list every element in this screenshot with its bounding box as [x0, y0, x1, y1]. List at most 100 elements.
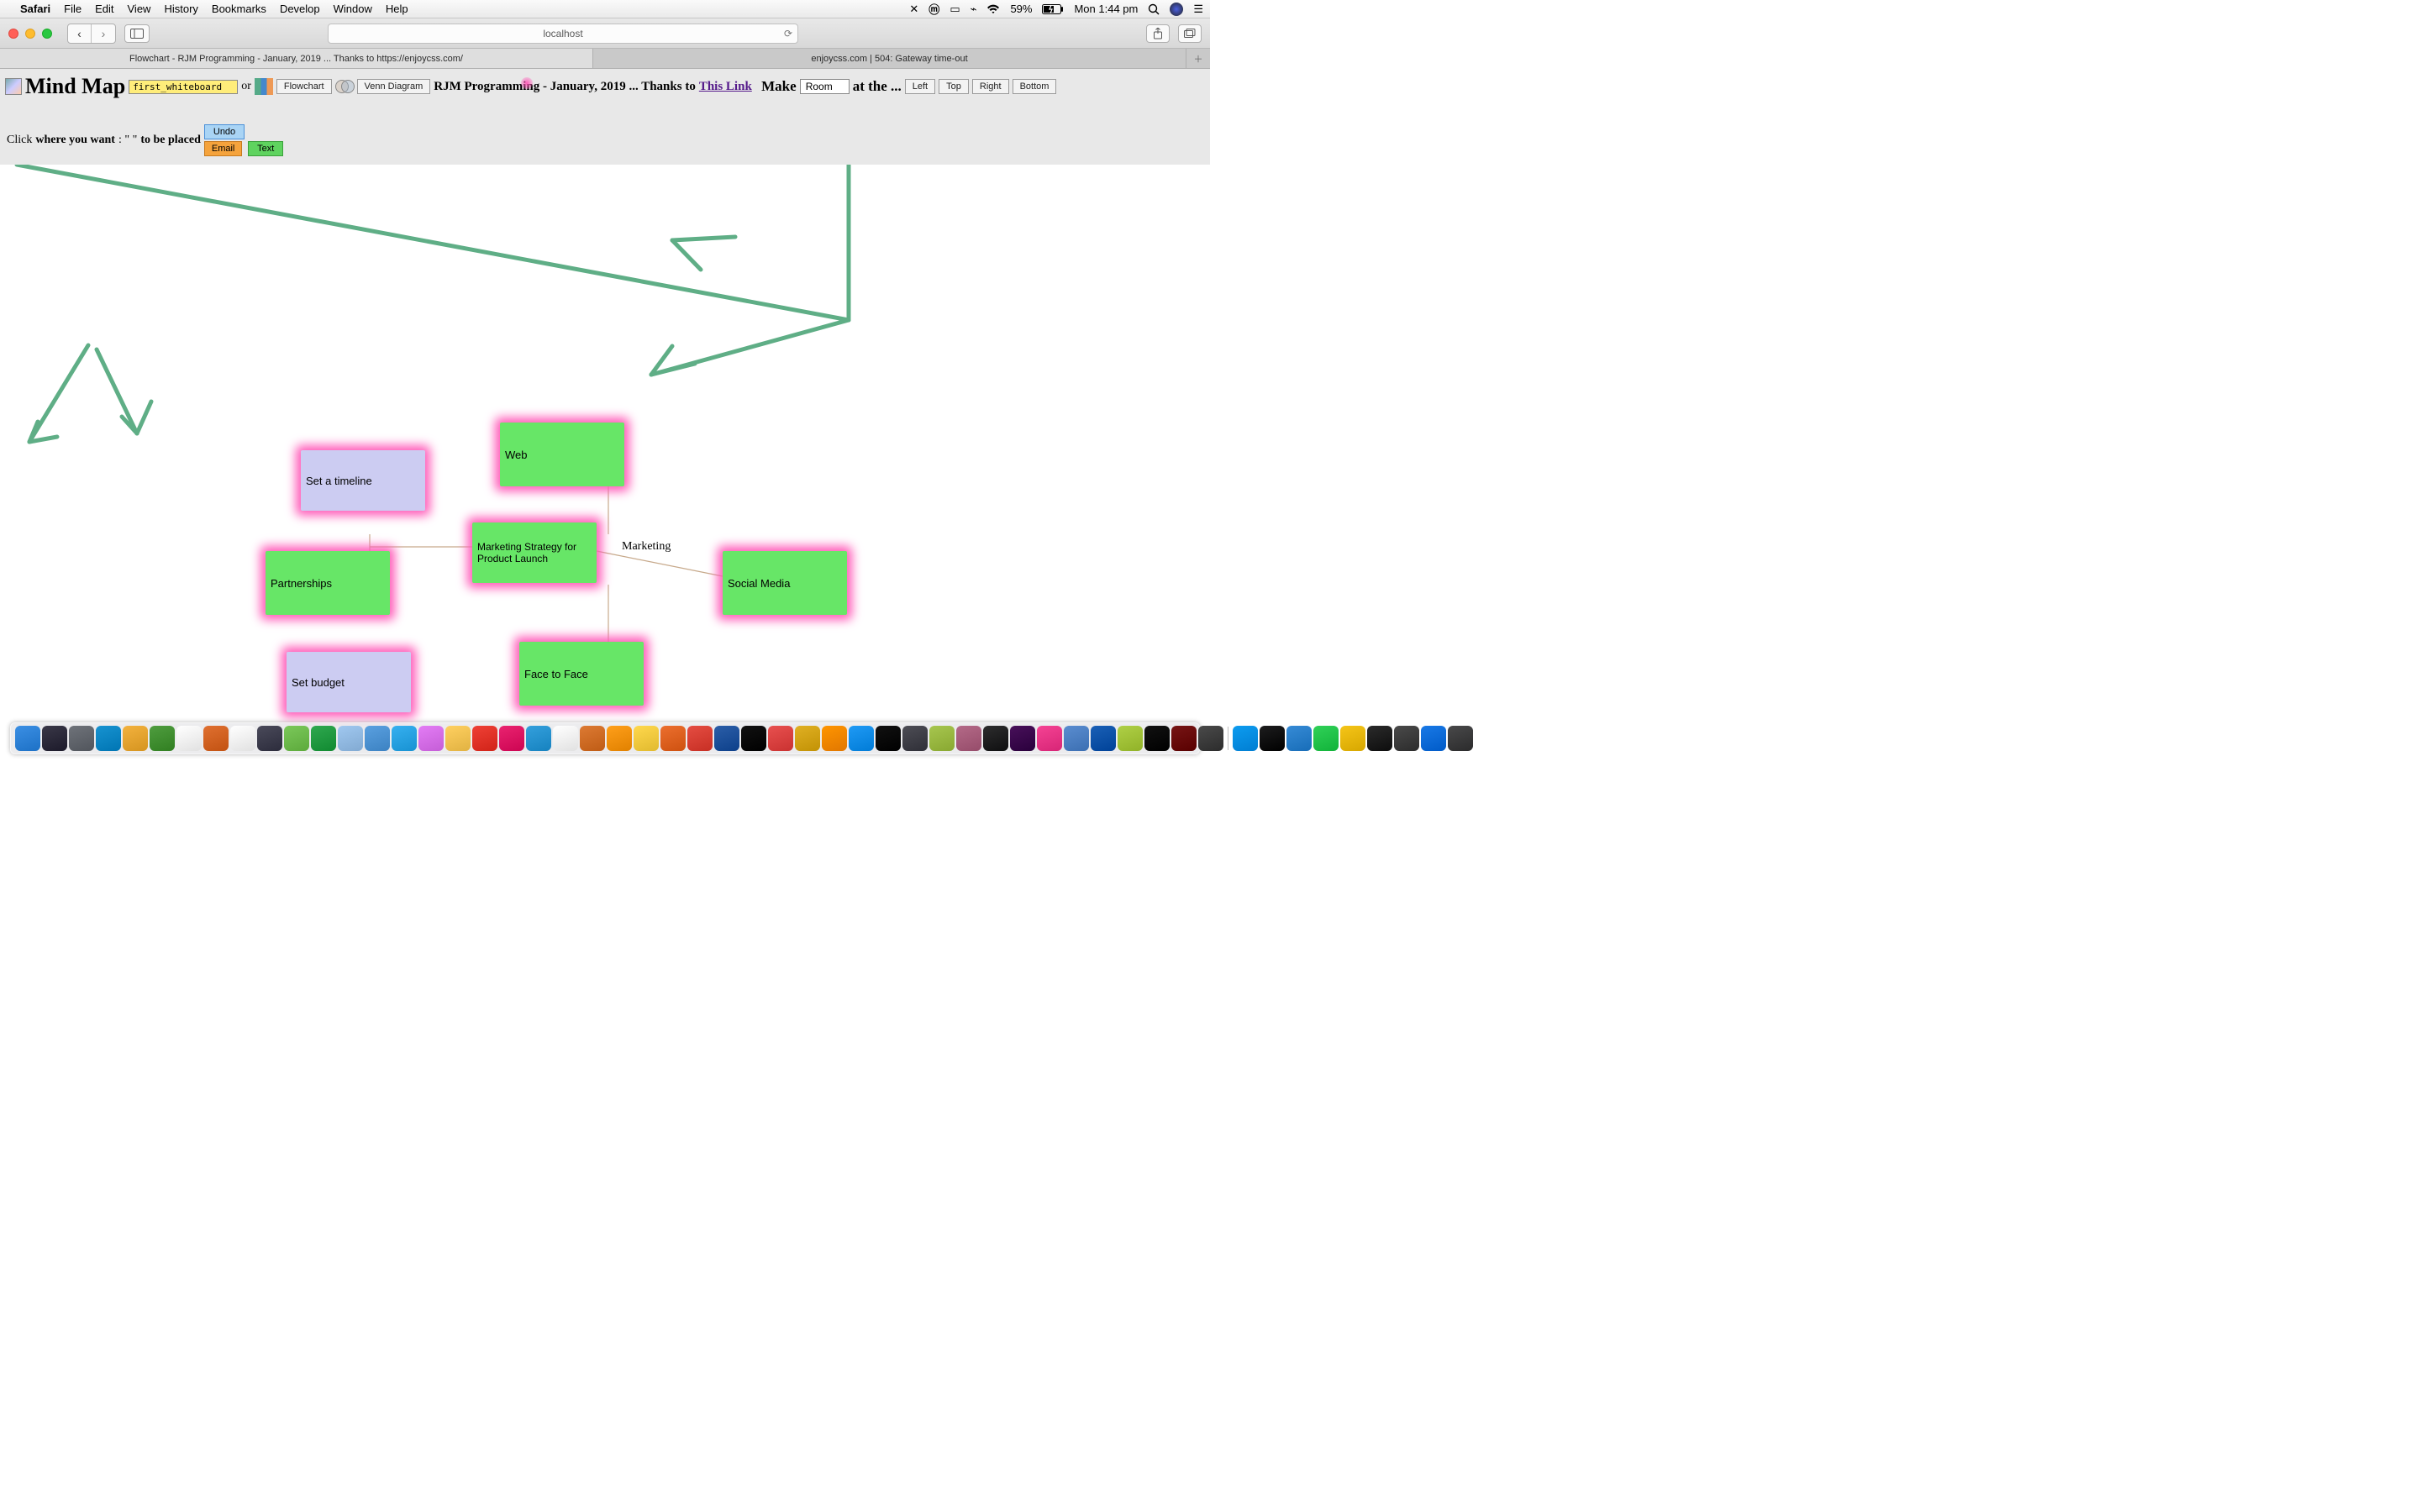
undo-button[interactable]: Undo — [204, 124, 245, 139]
dock-app-4[interactable] — [123, 726, 148, 751]
dock-app-6[interactable] — [176, 726, 202, 751]
share-button[interactable] — [1146, 24, 1170, 43]
node-set-timeline[interactable]: Set a timeline — [301, 450, 425, 511]
battery-icon[interactable] — [1042, 4, 1064, 14]
dock-app-43[interactable] — [1171, 726, 1197, 751]
malwarebytes-icon[interactable]: ⓜ — [929, 1, 939, 17]
dock-app-50[interactable] — [1367, 726, 1392, 751]
dock-app-5[interactable] — [150, 726, 175, 751]
reload-icon[interactable]: ⟳ — [784, 28, 792, 39]
dock-app-19[interactable] — [526, 726, 551, 751]
dock-app-7[interactable] — [203, 726, 229, 751]
node-social-media[interactable]: Social Media — [723, 551, 847, 615]
menubar-extra-icon[interactable]: ✕ — [909, 3, 918, 16]
dock-app-22[interactable] — [607, 726, 632, 751]
dock-app-17[interactable] — [472, 726, 497, 751]
dock-app-20[interactable] — [553, 726, 578, 751]
dock-app-23[interactable] — [634, 726, 659, 751]
url-bar[interactable]: localhost ⟳ — [328, 24, 798, 44]
dock-app-48[interactable] — [1313, 726, 1339, 751]
sidebar-toggle-button[interactable] — [124, 24, 150, 43]
text-button[interactable]: Text — [248, 141, 283, 156]
menu-file[interactable]: File — [64, 3, 82, 15]
node-strategy[interactable]: Marketing Strategy for Product Launch — [472, 522, 597, 583]
node-face-to-face[interactable]: Face to Face — [519, 642, 644, 706]
dock-app-42[interactable] — [1144, 726, 1170, 751]
tabs-button[interactable] — [1178, 24, 1202, 43]
menu-develop[interactable]: Develop — [280, 3, 320, 15]
menu-history[interactable]: History — [164, 3, 197, 15]
dock-app-41[interactable] — [1118, 726, 1143, 751]
node-web[interactable]: Web — [500, 423, 624, 486]
back-button[interactable]: ‹ — [68, 24, 92, 43]
dock-app-26[interactable] — [714, 726, 739, 751]
dock-app-32[interactable] — [876, 726, 901, 751]
dock-app-35[interactable] — [956, 726, 981, 751]
node-partnerships[interactable]: Partnerships — [266, 551, 390, 615]
dock-app-15[interactable] — [418, 726, 444, 751]
tab-2[interactable]: enjoycss.com | 504: Gateway time-out — [593, 49, 1186, 68]
dock-app-24[interactable] — [660, 726, 686, 751]
dock-app-52[interactable] — [1421, 726, 1446, 751]
dock-app-9[interactable] — [257, 726, 282, 751]
dock-app-1[interactable] — [42, 726, 67, 751]
clock[interactable]: Mon 1:44 pm — [1074, 3, 1138, 15]
dock-app-36[interactable] — [983, 726, 1008, 751]
dock-app-14[interactable] — [392, 726, 417, 751]
spotlight-icon[interactable] — [1148, 3, 1160, 15]
dock-app-13[interactable] — [365, 726, 390, 751]
siri-icon[interactable] — [1170, 3, 1183, 16]
room-select[interactable]: Room — [800, 79, 850, 94]
app-name[interactable]: Safari — [20, 3, 50, 15]
tab-1[interactable]: Flowchart - RJM Programming - January, 2… — [0, 49, 593, 68]
dock-app-29[interactable] — [795, 726, 820, 751]
dock-app-46[interactable] — [1260, 726, 1285, 751]
dock-app-40[interactable] — [1091, 726, 1116, 751]
dock-app-33[interactable] — [902, 726, 928, 751]
menu-view[interactable]: View — [128, 3, 151, 15]
menu-edit[interactable]: Edit — [95, 3, 113, 15]
dock-app-12[interactable] — [338, 726, 363, 751]
left-button[interactable]: Left — [905, 79, 935, 94]
dock-app-44[interactable] — [1198, 726, 1223, 751]
bluetooth-icon[interactable]: ⌁ — [971, 3, 977, 16]
menu-help[interactable]: Help — [386, 3, 408, 15]
minimize-window-button[interactable] — [25, 29, 35, 39]
menu-bookmarks[interactable]: Bookmarks — [212, 3, 266, 15]
dock-app-47[interactable] — [1286, 726, 1312, 751]
dock-app-0[interactable] — [15, 726, 40, 751]
dock-app-53[interactable] — [1448, 726, 1473, 751]
dock-app-49[interactable] — [1340, 726, 1365, 751]
top-button[interactable]: Top — [939, 79, 969, 94]
dock-app-25[interactable] — [687, 726, 713, 751]
right-button[interactable]: Right — [972, 79, 1009, 94]
dock-app-34[interactable] — [929, 726, 955, 751]
venn-diagram-button[interactable]: Venn Diagram — [357, 79, 431, 94]
dock-app-21[interactable] — [580, 726, 605, 751]
node-set-budget[interactable]: Set budget — [287, 652, 411, 712]
whiteboard-select[interactable]: first_whiteboard — [129, 80, 238, 94]
bottom-button[interactable]: Bottom — [1013, 79, 1057, 94]
dock-app-39[interactable] — [1064, 726, 1089, 751]
dock-app-27[interactable] — [741, 726, 766, 751]
dock-app-10[interactable] — [284, 726, 309, 751]
dock-app-18[interactable] — [499, 726, 524, 751]
flowchart-button[interactable]: Flowchart — [276, 79, 332, 94]
dock-app-11[interactable] — [311, 726, 336, 751]
close-window-button[interactable] — [8, 29, 18, 39]
email-button[interactable]: Email — [204, 141, 243, 156]
dock-app-45[interactable] — [1233, 726, 1258, 751]
dock-app-38[interactable] — [1037, 726, 1062, 751]
display-icon[interactable]: ▭ — [950, 3, 960, 16]
dock-app-28[interactable] — [768, 726, 793, 751]
dock-app-37[interactable] — [1010, 726, 1035, 751]
menu-window[interactable]: Window — [334, 3, 372, 15]
mindmap-canvas[interactable]: Set a timeline Web Partnerships Marketin… — [0, 165, 1210, 753]
dock-app-30[interactable] — [822, 726, 847, 751]
menu-list-icon[interactable]: ☰ — [1193, 3, 1203, 16]
dock-app-16[interactable] — [445, 726, 471, 751]
forward-button[interactable]: › — [92, 24, 115, 43]
dock-app-51[interactable] — [1394, 726, 1419, 751]
wifi-icon[interactable] — [986, 4, 1000, 14]
dock-app-8[interactable] — [230, 726, 255, 751]
